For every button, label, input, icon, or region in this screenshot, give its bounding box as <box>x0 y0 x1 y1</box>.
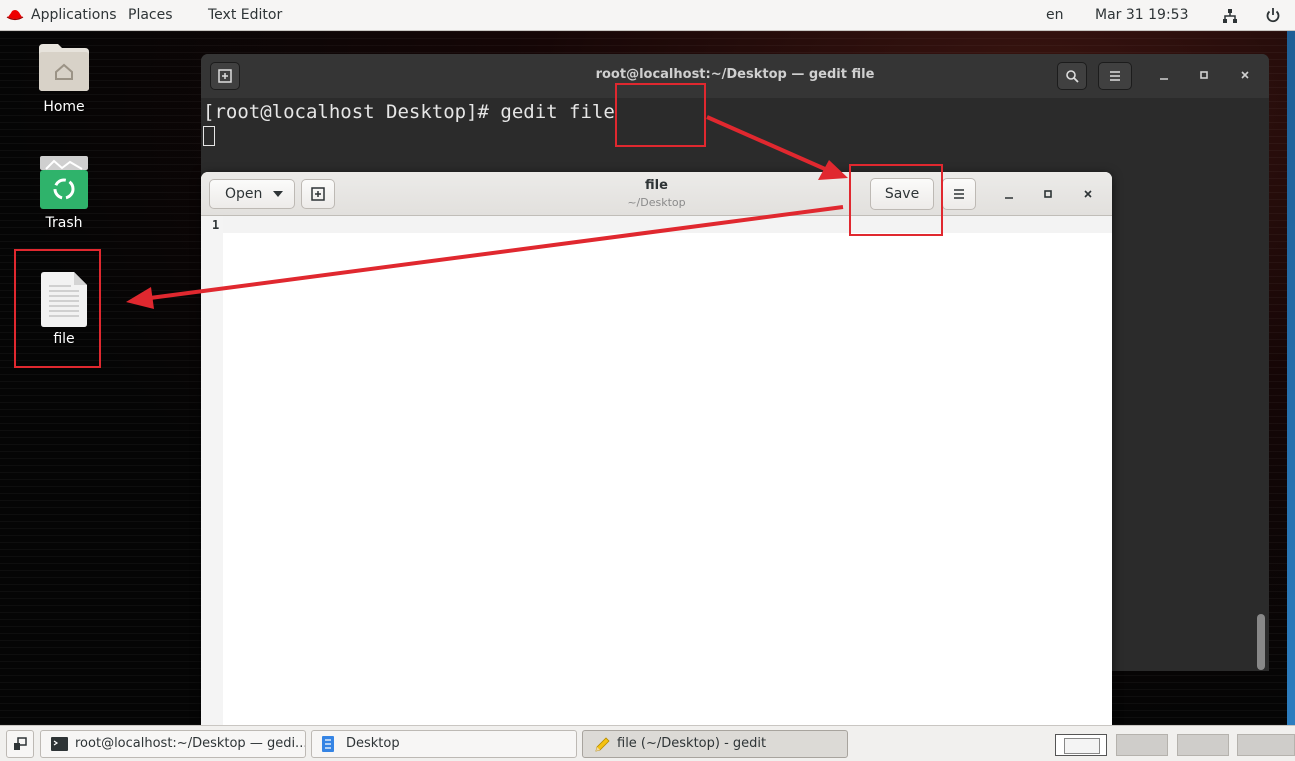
top-panel: Applications Places Text Editor en Mar 3… <box>0 0 1295 31</box>
desktop-icon-label: Trash <box>45 215 83 231</box>
gedit-window[interactable]: Open file ~/Desktop Save 1 <box>201 172 1112 725</box>
terminal-command-line[interactable]: [root@localhost Desktop]# gedit file <box>203 101 615 123</box>
places-menu[interactable]: Places <box>128 7 173 23</box>
search-button[interactable] <box>1057 62 1087 90</box>
workspace-1[interactable] <box>1055 734 1107 756</box>
taskbar-item-desktop[interactable]: Desktop <box>311 730 577 758</box>
desktop-icon-trash[interactable]: Trash <box>19 156 109 236</box>
line-number-gutter <box>201 216 223 725</box>
desktop-edge-strip <box>1287 31 1295 725</box>
trash-icon <box>40 156 88 209</box>
applications-menu[interactable]: Applications <box>31 7 117 23</box>
terminal-scrollbar[interactable] <box>1257 614 1265 670</box>
language-indicator[interactable]: en <box>1046 7 1064 23</box>
minimize-icon <box>1005 197 1013 199</box>
close-button[interactable] <box>1236 67 1254 85</box>
desktop-icon-label: Home <box>43 99 85 115</box>
terminal-cursor <box>203 126 215 146</box>
search-icon <box>1066 70 1079 83</box>
bottom-taskbar: root@localhost:~/Desktop — gedi... Deskt… <box>0 725 1295 761</box>
workspace-4[interactable] <box>1237 734 1295 756</box>
terminal-headerbar[interactable]: root@localhost:~/Desktop — gedit file <box>201 54 1269 98</box>
workspace-window-thumbnail <box>1064 738 1100 754</box>
redhat-logo-icon <box>6 10 24 21</box>
maximize-icon <box>1200 71 1208 79</box>
show-desktop-icon <box>14 737 27 750</box>
maximize-icon <box>1044 190 1052 198</box>
terminal-menu-button[interactable] <box>1098 62 1132 90</box>
hamburger-icon <box>1110 71 1120 81</box>
taskbar-item-label: root@localhost:~/Desktop — gedi... <box>75 736 306 751</box>
app-menu-text-editor[interactable]: Text Editor <box>208 7 282 23</box>
close-button[interactable] <box>1079 186 1097 204</box>
line-number: 1 <box>212 218 220 232</box>
taskbar-item-label: file (~/Desktop) - gedit <box>617 736 767 751</box>
clock[interactable]: Mar 31 19:53 <box>1095 7 1188 23</box>
annotation-box-filename <box>615 83 706 147</box>
text-editing-area[interactable] <box>223 216 1112 725</box>
minimize-button[interactable] <box>1155 67 1173 85</box>
minimize-button[interactable] <box>1000 186 1018 204</box>
home-folder-icon <box>39 44 89 91</box>
maximize-button[interactable] <box>1195 67 1213 85</box>
workspace-3[interactable] <box>1177 734 1229 756</box>
taskbar-item-label: Desktop <box>346 736 400 751</box>
maximize-button[interactable] <box>1039 186 1057 204</box>
network-icon[interactable] <box>1222 8 1238 24</box>
gedit-menu-button[interactable] <box>942 178 976 210</box>
power-icon[interactable] <box>1265 7 1281 23</box>
desktop-icon-home[interactable]: Home <box>19 42 109 122</box>
close-icon <box>1084 190 1092 198</box>
minimize-icon <box>1160 78 1168 80</box>
hamburger-icon <box>954 189 964 199</box>
show-desktop-button[interactable] <box>6 730 34 758</box>
taskbar-item-terminal[interactable]: root@localhost:~/Desktop — gedi... <box>40 730 306 758</box>
workspace-2[interactable] <box>1116 734 1168 756</box>
annotation-box-save <box>849 164 943 236</box>
text-editor-icon <box>595 737 610 752</box>
terminal-icon <box>51 737 68 751</box>
taskbar-item-gedit[interactable]: file (~/Desktop) - gedit <box>582 730 848 758</box>
close-icon <box>1241 71 1249 79</box>
gedit-headerbar[interactable]: Open file ~/Desktop Save <box>201 172 1112 216</box>
annotation-box-desktop-file <box>14 249 101 368</box>
file-manager-icon <box>322 736 334 752</box>
